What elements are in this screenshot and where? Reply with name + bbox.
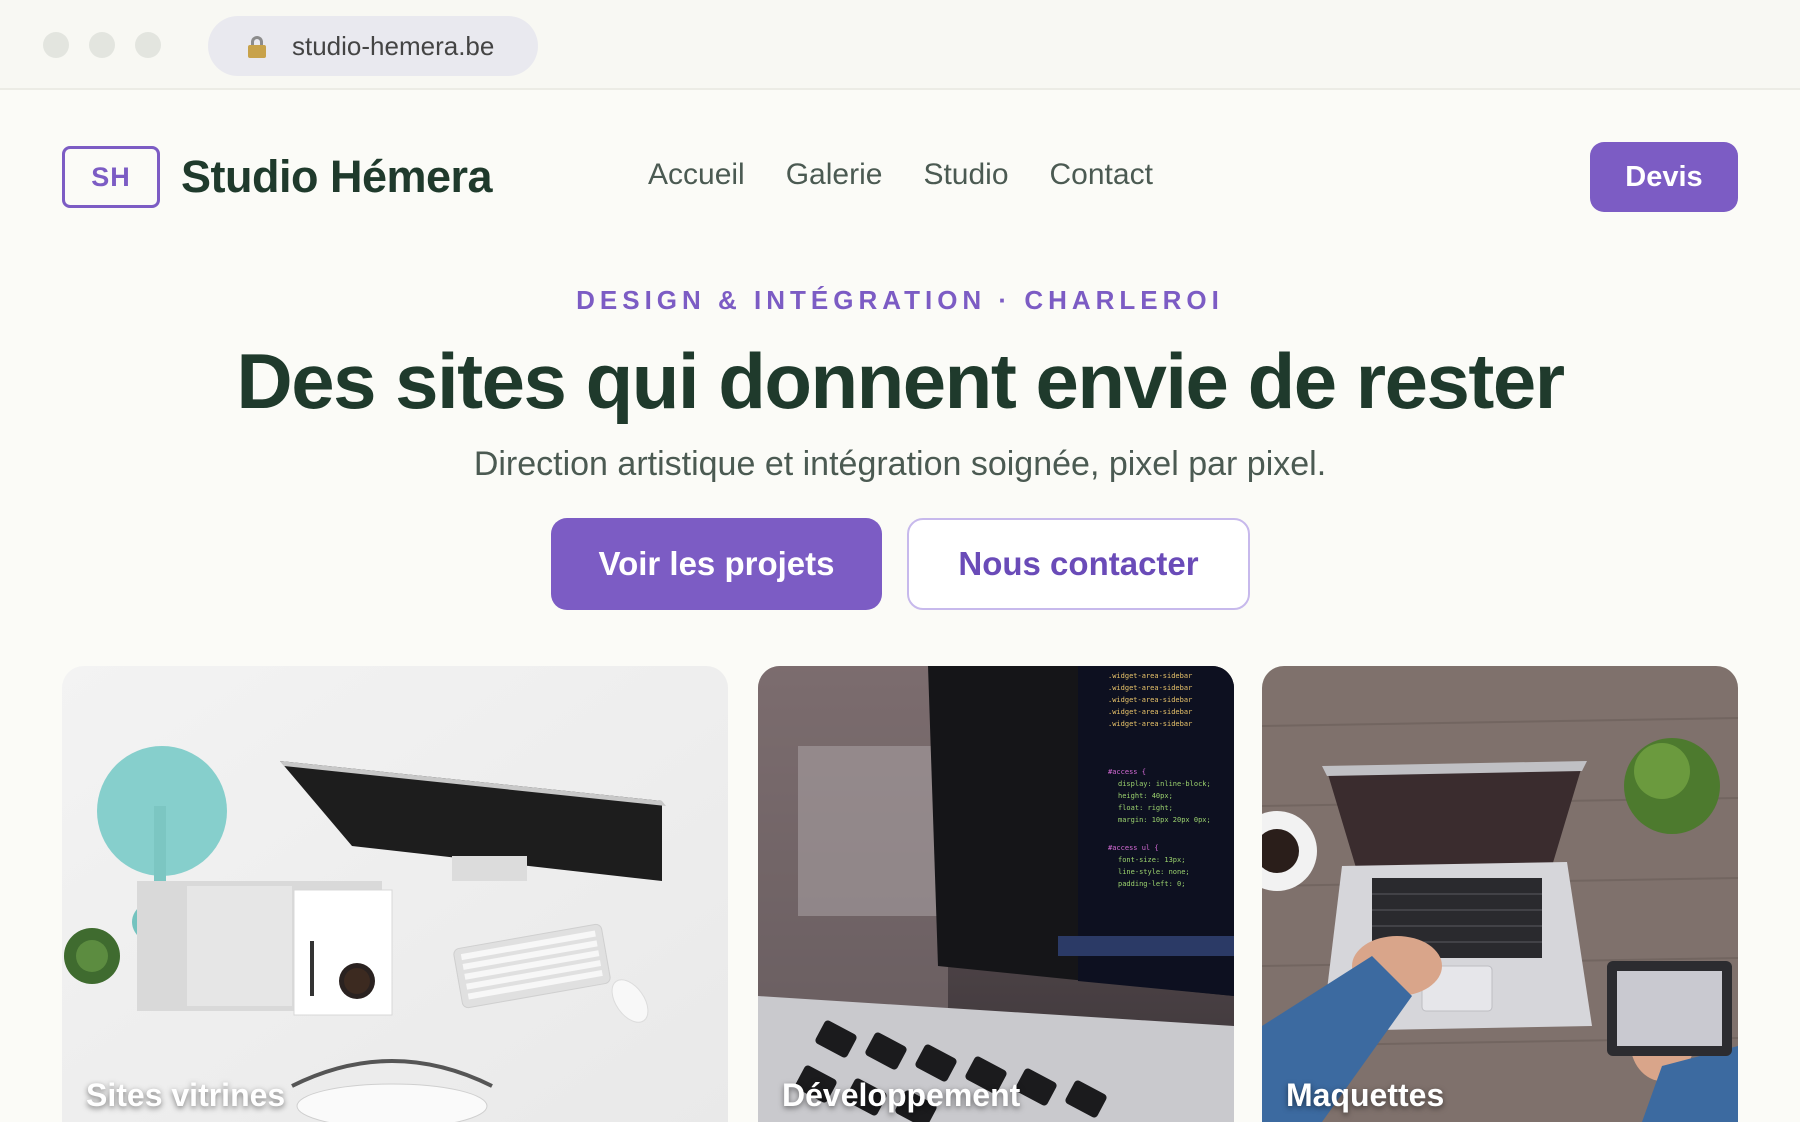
svg-text:.widget-area-sidebar: .widget-area-sidebar xyxy=(1108,720,1192,728)
svg-text:height: 40px;: height: 40px; xyxy=(1118,792,1173,800)
card-developpement[interactable]: .widget-area-sidebar .widget-area-sideba… xyxy=(758,666,1234,1122)
desk-flatlay-image xyxy=(62,666,728,1122)
svg-text:float: right;: float: right; xyxy=(1118,804,1173,812)
nav-item-accueil[interactable]: Accueil xyxy=(648,158,745,192)
svg-text:.widget-area-sidebar: .widget-area-sidebar xyxy=(1108,696,1192,704)
card-label: Maquettes xyxy=(1286,1077,1445,1113)
hero-title: Des sites qui donnent envie de rester xyxy=(236,337,1565,425)
logo[interactable]: SH xyxy=(62,146,160,208)
svg-text:margin: 10px 20px 0px;: margin: 10px 20px 0px; xyxy=(1118,816,1211,824)
brand-name[interactable]: Studio Hémera xyxy=(181,151,493,203)
svg-text:.widget-area-sidebar: .widget-area-sidebar xyxy=(1108,672,1192,680)
laptop-code-image: .widget-area-sidebar .widget-area-sideba… xyxy=(758,666,1234,1122)
browser-chrome: studio-hemera.be xyxy=(0,0,1800,90)
svg-text:font-size: 13px;: font-size: 13px; xyxy=(1118,856,1185,864)
nav-item-contact[interactable]: Contact xyxy=(1050,158,1153,192)
url-text: studio-hemera.be xyxy=(292,30,495,61)
view-projects-button[interactable]: Voir les projets xyxy=(551,518,882,610)
lock-icon xyxy=(248,36,266,58)
svg-text:.widget-area-sidebar: .widget-area-sidebar xyxy=(1108,684,1192,692)
svg-text:display: inline-block;: display: inline-block; xyxy=(1118,780,1211,788)
svg-text:#access {: #access { xyxy=(1108,768,1146,776)
contact-us-button[interactable]: Nous contacter xyxy=(907,518,1250,610)
nav-item-studio[interactable]: Studio xyxy=(923,158,1008,192)
card-sites-vitrines[interactable]: Sites vitrines xyxy=(62,666,728,1122)
card-maquettes[interactable]: Maquettes xyxy=(1262,666,1738,1122)
card-label: Sites vitrines xyxy=(86,1077,286,1113)
main-nav: Accueil Galerie Studio Contact xyxy=(648,158,1194,192)
address-bar[interactable]: studio-hemera.be xyxy=(208,16,538,76)
window-close-button[interactable] xyxy=(43,32,69,58)
svg-text:.widget-area-sidebar: .widget-area-sidebar xyxy=(1108,708,1192,716)
svg-text:line-style: none;: line-style: none; xyxy=(1118,868,1190,876)
hero-subtitle: Direction artistique et intégration soig… xyxy=(473,445,1327,483)
wood-desk-laptop-image xyxy=(1262,666,1738,1122)
devis-button[interactable]: Devis xyxy=(1590,142,1738,212)
svg-text:padding-left: 0;: padding-left: 0; xyxy=(1118,880,1185,888)
window-zoom-button[interactable] xyxy=(135,32,161,58)
card-label: Développement xyxy=(782,1077,1021,1113)
logo-text: SH xyxy=(91,161,131,192)
window-minimize-button[interactable] xyxy=(89,32,115,58)
svg-text:#access ul {: #access ul { xyxy=(1108,844,1159,852)
nav-item-galerie[interactable]: Galerie xyxy=(786,158,883,192)
hero-eyebrow: DESIGN & INTÉGRATION · CHARLEROI xyxy=(576,285,1224,315)
